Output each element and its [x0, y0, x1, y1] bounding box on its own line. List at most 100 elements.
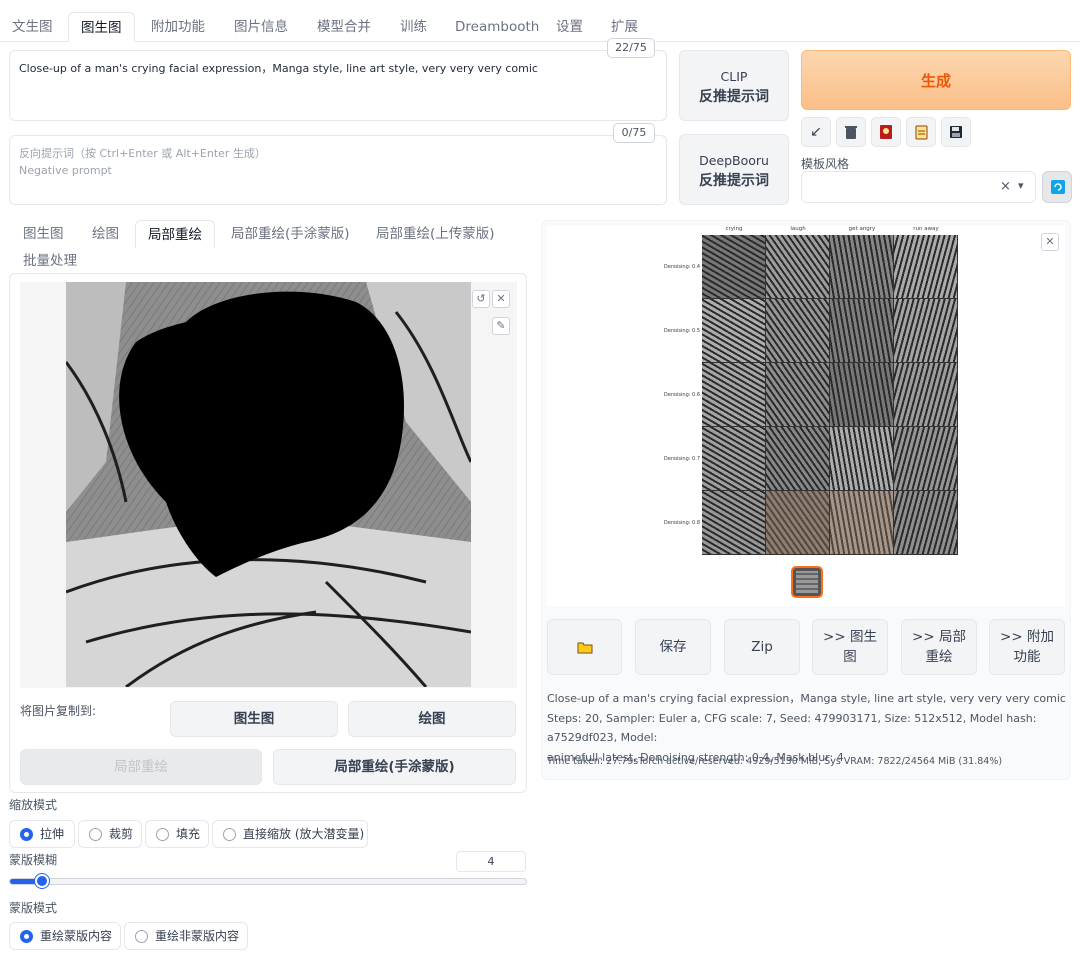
- subtab-inpaint-upload[interactable]: 局部重绘(上传蒙版): [364, 220, 507, 248]
- resize-mode-fill[interactable]: 填充: [145, 820, 209, 848]
- subtab-img2img[interactable]: 图生图: [11, 220, 76, 248]
- tab-model-merge[interactable]: 模型合并: [305, 12, 383, 42]
- clip-interrogate-button[interactable]: CLIP 反推提示词: [679, 50, 789, 121]
- grid-cell-image: [766, 235, 829, 298]
- resize-mode-label: 缩放模式: [9, 798, 58, 812]
- grid-cell-image: [766, 363, 829, 426]
- refresh-styles-button[interactable]: [1042, 171, 1072, 203]
- copy-to-inpaint-button[interactable]: 局部重绘: [20, 749, 262, 785]
- arrow-icon[interactable]: ↙: [801, 117, 831, 147]
- resize-mode-crop[interactable]: 裁剪: [78, 820, 142, 848]
- grid-column-label: crying: [725, 226, 743, 232]
- grid-cell-image: [702, 299, 765, 362]
- grid-cell-image: [702, 235, 765, 298]
- mask-blur-value[interactable]: 4: [456, 851, 526, 872]
- tab-train[interactable]: 训练: [388, 12, 439, 42]
- subtab-batch[interactable]: 批量处理: [11, 247, 89, 275]
- generation-time: Time taken: 27.79sTorch active/reserved:…: [547, 756, 1003, 767]
- tab-dreambooth[interactable]: Dreambooth: [443, 12, 551, 42]
- styles-dropdown[interactable]: × ▾: [801, 171, 1036, 203]
- zip-button[interactable]: Zip: [724, 619, 800, 675]
- mask-blur-label: 蒙版模糊: [9, 853, 58, 867]
- clipboard-icon[interactable]: [906, 117, 936, 147]
- negative-prompt-placeholder-2: Negative prompt: [19, 164, 112, 177]
- mask-blur-slider[interactable]: [9, 874, 527, 888]
- generation-params-1: Steps: 20, Sampler: Euler a, CFG scale: …: [547, 711, 1037, 745]
- copy-to-inpaint-sketch-button[interactable]: 局部重绘(手涂蒙版): [273, 749, 516, 785]
- grid-cell-image: [766, 299, 829, 362]
- grid-cell-image: [830, 363, 893, 426]
- grid-cell-image: [702, 363, 765, 426]
- close-icon[interactable]: ✕: [492, 290, 510, 308]
- thumbnail-image: [796, 571, 818, 593]
- mask-mode-inpaint-not-masked[interactable]: 重绘非蒙版内容: [124, 922, 248, 950]
- generation-prompt: Close-up of a man's crying facial expres…: [547, 692, 1066, 705]
- trash-icon[interactable]: [836, 117, 866, 147]
- chevron-down-icon: ▾: [1018, 179, 1024, 192]
- negative-prompt-placeholder-1: 反向提示词（按 Ctrl+Enter 或 Alt+Enter 生成）: [19, 147, 266, 160]
- xyz-grid-image[interactable]: crying laugh get angry run away Denoising: …: [655, 226, 960, 556]
- grid-cell-image: [766, 491, 829, 554]
- tab-img2img[interactable]: 图生图: [68, 12, 135, 42]
- undo-icon[interactable]: ↺: [472, 290, 490, 308]
- styles-label: 模板风格: [801, 157, 850, 171]
- copy-image-label: 将图片复制到:: [20, 704, 97, 718]
- deepbooru-interrogate-button[interactable]: DeepBooru 反推提示词: [679, 134, 789, 205]
- inpaint-image[interactable]: [66, 282, 471, 687]
- subtab-inpaint[interactable]: 局部重绘: [135, 220, 215, 248]
- prompt-input[interactable]: Close-up of a man's crying facial expres…: [9, 50, 667, 121]
- resize-mode-latent[interactable]: 直接缩放 (放大潜变量): [212, 820, 368, 848]
- grid-row-label: Denoising: 0.7: [663, 456, 700, 462]
- refresh-icon: [1051, 180, 1065, 194]
- clear-icon[interactable]: ×: [1000, 179, 1011, 194]
- gallery-thumbnail[interactable]: [791, 566, 823, 598]
- close-gallery-icon[interactable]: ✕: [1041, 233, 1059, 251]
- grid-cell-image: [894, 235, 957, 298]
- negative-prompt-input[interactable]: 反向提示词（按 Ctrl+Enter 或 Alt+Enter 生成） Negat…: [9, 135, 667, 205]
- copy-to-img2img-button[interactable]: 图生图: [170, 701, 338, 737]
- grid-cell-image: [894, 299, 957, 362]
- main-tab-bar: 文生图 图生图 附加功能 图片信息 模型合并 训练 Dreambooth 设置 …: [0, 12, 1080, 42]
- grid-row-label: Denoising: 0.8: [663, 520, 700, 526]
- grid-column-label: get angry: [848, 226, 876, 232]
- folder-icon: [577, 642, 592, 653]
- grid-cell-image: [894, 491, 957, 554]
- subtab-inpaint-sketch[interactable]: 局部重绘(手涂蒙版): [219, 220, 362, 248]
- grid-column-label: laugh: [790, 226, 806, 232]
- copy-to-sketch-button[interactable]: 绘图: [348, 701, 516, 737]
- save-icon[interactable]: [941, 117, 971, 147]
- grid-column-label: run away: [913, 226, 939, 232]
- send-to-extras-button[interactable]: >> 附加 功能: [989, 619, 1065, 675]
- mask-mode-inpaint-masked[interactable]: 重绘蒙版内容: [9, 922, 121, 950]
- resize-mode-stretch[interactable]: 拉伸: [9, 820, 75, 848]
- clip-label: CLIP: [720, 69, 748, 84]
- open-folder-button[interactable]: [547, 619, 622, 675]
- inpaint-canvas[interactable]: [20, 282, 517, 688]
- grid-cell-image: [830, 427, 893, 490]
- mask-blur-thumb[interactable]: [35, 874, 49, 888]
- tab-extras[interactable]: 附加功能: [139, 12, 217, 42]
- save-output-button[interactable]: 保存: [635, 619, 711, 675]
- tab-png-info[interactable]: 图片信息: [222, 12, 300, 42]
- grid-cell-image: [830, 491, 893, 554]
- negative-prompt-token-counter: 0/75: [613, 123, 655, 143]
- brush-icon[interactable]: ✎: [492, 317, 510, 335]
- tab-settings[interactable]: 设置: [544, 12, 595, 42]
- prompt-text: Close-up of a man's crying facial expres…: [19, 62, 538, 75]
- send-to-img2img-button[interactable]: >> 图生图: [812, 619, 888, 675]
- grid-cell-image: [894, 363, 957, 426]
- deepbooru-sublabel: 反推提示词: [699, 173, 769, 189]
- mask-mode-label: 蒙版模式: [9, 901, 58, 915]
- tab-txt2img[interactable]: 文生图: [0, 12, 65, 42]
- card-icon[interactable]: [871, 117, 901, 147]
- grid-cell-image: [830, 235, 893, 298]
- grid-cell-image: [894, 427, 957, 490]
- prompt-token-counter: 22/75: [607, 38, 655, 58]
- generate-button[interactable]: 生成: [801, 50, 1071, 110]
- subtab-sketch[interactable]: 绘图: [80, 220, 131, 248]
- grid-row-label: Denoising: 0.6: [663, 392, 700, 398]
- grid-row-label: Denoising: 0.5: [663, 328, 700, 334]
- send-to-inpaint-button[interactable]: >> 局部 重绘: [901, 619, 977, 675]
- grid-cell-image: [702, 427, 765, 490]
- grid-cell-image: [830, 299, 893, 362]
